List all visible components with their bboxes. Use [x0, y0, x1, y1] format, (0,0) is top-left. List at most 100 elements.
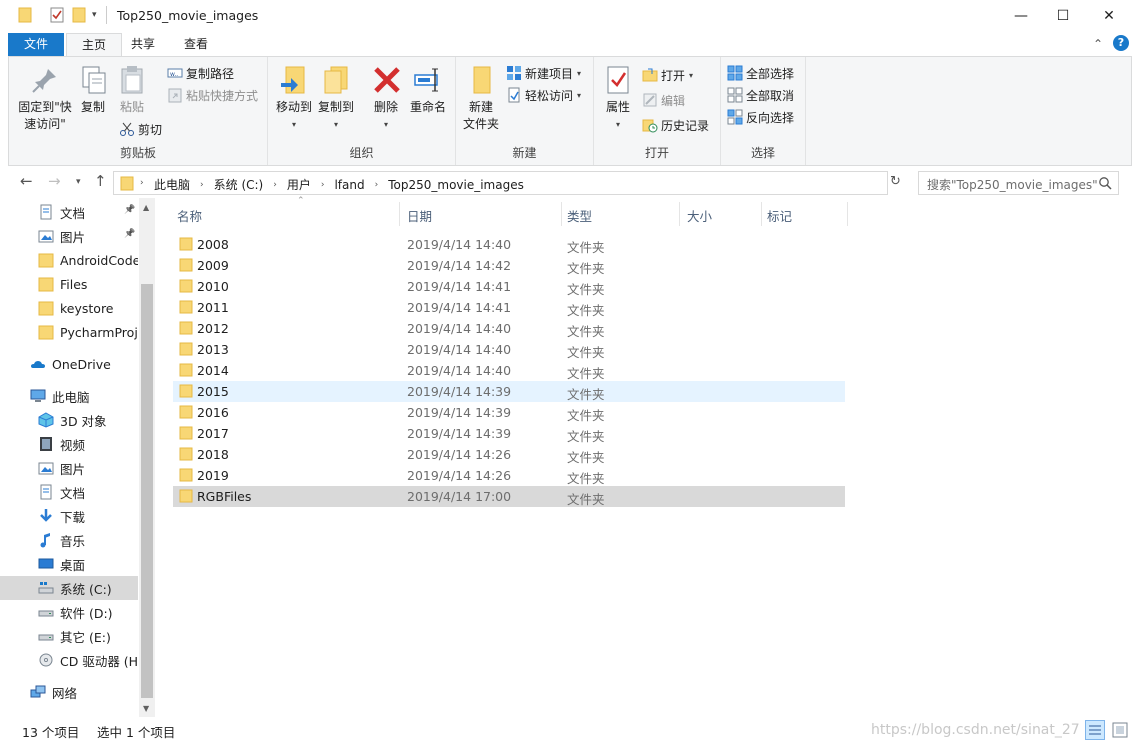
nav-item[interactable]: 音乐 [0, 528, 138, 552]
column-header-name[interactable]: 名称 [177, 206, 202, 225]
pin-icon[interactable]: 📌 [124, 205, 135, 215]
back-arrow-icon[interactable]: ← [20, 172, 33, 190]
pin-icon[interactable]: 📌 [124, 229, 135, 239]
paste-shortcut-button[interactable]: 粘贴快捷方式 [167, 85, 258, 105]
nav-item[interactable]: 桌面 [0, 552, 138, 576]
nav-item[interactable]: AndroidCode [0, 248, 138, 272]
breadcrumb-this-pc[interactable]: 此电脑 [154, 176, 190, 193]
forward-arrow-icon[interactable]: → [48, 172, 61, 190]
paste-button[interactable]: 粘贴 [116, 63, 148, 116]
table-row[interactable]: 2012 2019/4/14 14:40 文件夹 [173, 318, 845, 339]
nav-item[interactable]: 系统 (C:) [0, 576, 138, 600]
table-row[interactable]: 2009 2019/4/14 14:42 文件夹 [173, 255, 845, 276]
rename-button[interactable]: 重命名 [408, 63, 448, 116]
table-row[interactable]: 2018 2019/4/14 14:26 文件夹 [173, 444, 845, 465]
cut-button[interactable]: 剪切 [119, 119, 162, 139]
breadcrumb-user[interactable]: lfand [334, 178, 364, 192]
maximize-button[interactable]: ☐ [1040, 0, 1086, 31]
table-row[interactable]: RGBFiles 2019/4/14 17:00 文件夹 [173, 486, 845, 507]
column-header-date[interactable]: 日期 [407, 206, 432, 225]
help-icon[interactable]: ? [1113, 35, 1129, 51]
edit-button[interactable]: 编辑 [642, 90, 685, 110]
nav-item[interactable]: 图片 [0, 224, 138, 248]
ribbon-collapse-icon[interactable]: ⌃ [1093, 37, 1103, 51]
copy-to-button[interactable]: 复制到 ▾ [316, 63, 356, 133]
tab-share[interactable]: 共享 [116, 33, 170, 56]
column-divider[interactable] [561, 202, 562, 226]
pin-quick-access-button[interactable]: 固定到"快 速访问" [15, 63, 75, 133]
search-icon[interactable] [1098, 176, 1112, 190]
file-name[interactable]: 2015 [197, 384, 229, 399]
nav-item[interactable]: 3D 对象 [0, 408, 138, 432]
table-row[interactable]: 2015 2019/4/14 14:39 文件夹 [173, 381, 845, 402]
move-to-button[interactable]: 移动到 ▾ [274, 63, 314, 133]
file-name[interactable]: 2016 [197, 405, 229, 420]
nav-item[interactable]: 此电脑 [0, 384, 138, 408]
copy-button[interactable]: 复制 [77, 63, 109, 116]
address-bar[interactable]: › 此电脑 › 系统 (C:) › 用户 › lfand › Top250_mo… [113, 171, 996, 195]
folder-icon[interactable] [18, 7, 32, 23]
properties-button[interactable]: 属性 ▾ [598, 63, 638, 133]
file-name[interactable]: RGBFiles [197, 489, 251, 504]
nav-item[interactable]: 其它 (E:) [0, 624, 138, 648]
column-divider[interactable] [761, 202, 762, 226]
search-input[interactable]: 搜索"Top250_movie_images" [927, 176, 1098, 193]
column-header-tags[interactable]: 标记 [767, 206, 792, 225]
new-folder-button[interactable]: 新建 文件夹 [460, 63, 502, 133]
column-divider[interactable] [679, 202, 680, 226]
file-name[interactable]: 2013 [197, 342, 229, 357]
file-name[interactable]: 2019 [197, 468, 229, 483]
table-row[interactable]: 2019 2019/4/14 14:26 文件夹 [173, 465, 845, 486]
up-arrow-icon[interactable]: ↑ [94, 172, 107, 190]
tab-view[interactable]: 查看 [169, 33, 223, 56]
search-box[interactable]: 搜索"Top250_movie_images" [918, 171, 1119, 195]
breadcrumb-separator-icon[interactable]: › [375, 180, 379, 190]
close-button[interactable]: ✕ [1086, 0, 1132, 31]
nav-item[interactable]: PycharmProje [0, 320, 138, 344]
tab-home[interactable]: 主页 [66, 33, 123, 57]
file-name[interactable]: 2009 [197, 258, 229, 273]
tab-file[interactable]: 文件 [8, 33, 65, 56]
table-row[interactable]: 2014 2019/4/14 14:40 文件夹 [173, 360, 845, 381]
table-row[interactable]: 2016 2019/4/14 14:39 文件夹 [173, 402, 845, 423]
nav-item[interactable]: 文档 [0, 480, 138, 504]
nav-item[interactable]: keystore [0, 296, 138, 320]
breadcrumb-separator-icon[interactable]: › [273, 180, 277, 190]
scrollbar-thumb[interactable] [141, 284, 153, 698]
nav-item[interactable]: CD 驱动器 (H: [0, 648, 138, 672]
nav-item[interactable]: Files [0, 272, 138, 296]
breadcrumb-users[interactable]: 用户 [287, 176, 311, 193]
table-row[interactable]: 2017 2019/4/14 14:39 文件夹 [173, 423, 845, 444]
new-item-button[interactable]: 新建项目 ▾ [506, 63, 581, 83]
new-folder-quick-icon[interactable] [72, 7, 86, 23]
invert-selection-button[interactable]: 反向选择 [727, 107, 794, 127]
nav-item[interactable]: 视频 [0, 432, 138, 456]
details-view-button[interactable] [1085, 720, 1105, 740]
column-header-type[interactable]: 类型 [567, 206, 592, 225]
large-icons-view-button[interactable] [1110, 720, 1130, 740]
history-button[interactable]: 历史记录 [642, 115, 709, 135]
breadcrumb-system-drive[interactable]: 系统 (C:) [214, 176, 264, 193]
table-row[interactable]: 2013 2019/4/14 14:40 文件夹 [173, 339, 845, 360]
open-button[interactable]: 打开 ▾ [642, 65, 693, 85]
address-chevron-icon[interactable]: › [140, 178, 144, 188]
file-name[interactable]: 2008 [197, 237, 229, 252]
scroll-up-arrow-icon[interactable]: ▲ [143, 203, 149, 212]
nav-item[interactable]: 图片 [0, 456, 138, 480]
nav-item[interactable]: 文档 [0, 200, 138, 224]
scroll-down-arrow-icon[interactable]: ▼ [143, 704, 149, 713]
nav-item[interactable]: 软件 (D:) [0, 600, 138, 624]
minimize-button[interactable]: — [998, 0, 1044, 31]
nav-pane-scrollbar[interactable]: ▲ ▼ [139, 198, 155, 717]
recent-locations-icon[interactable]: ▾ [76, 177, 81, 187]
nav-item[interactable]: OneDrive [0, 352, 138, 376]
table-row[interactable]: 2010 2019/4/14 14:41 文件夹 [173, 276, 845, 297]
breadcrumb-separator-icon[interactable]: › [200, 180, 204, 190]
file-name[interactable]: 2017 [197, 426, 229, 441]
file-name[interactable]: 2014 [197, 363, 229, 378]
select-all-button[interactable]: 全部选择 [727, 63, 794, 83]
select-none-button[interactable]: 全部取消 [727, 85, 794, 105]
delete-button[interactable]: 删除 ▾ [370, 63, 402, 133]
copy-path-button[interactable]: w.. 复制路径 [167, 63, 234, 83]
table-row[interactable]: 2011 2019/4/14 14:41 文件夹 [173, 297, 845, 318]
